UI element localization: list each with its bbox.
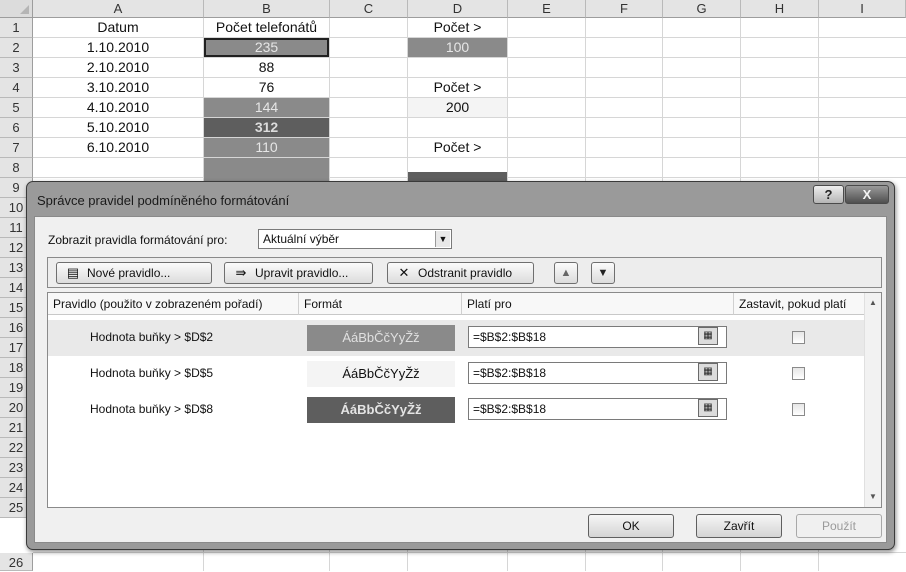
cell-d2[interactable]: 100	[408, 38, 507, 57]
show-rules-for-label: Zobrazit pravidla formátování pro:	[48, 233, 228, 247]
column-header-d[interactable]: D	[408, 0, 508, 18]
delete-rule-button[interactable]: ✕ Odstranit pravidlo	[387, 262, 534, 284]
cell-b5[interactable]: 144	[204, 98, 329, 117]
row-header-8[interactable]: 8	[0, 158, 33, 178]
edit-rule-icon: ⇛	[235, 265, 247, 280]
stop-if-true-checkbox[interactable]	[792, 367, 805, 380]
cell-b1[interactable]: Počet telefonátů	[204, 18, 329, 37]
range-picker-icon[interactable]: ▦	[698, 399, 718, 417]
new-rule-icon: ▤	[66, 265, 80, 280]
rule-condition: Hodnota buňky > $D$5	[90, 366, 214, 380]
applies-to-input[interactable]: =$B$2:$B$18	[468, 362, 727, 384]
range-picker-icon[interactable]: ▦	[698, 363, 718, 381]
cell-a3[interactable]: 2.10.2010	[33, 58, 203, 77]
cell-a6[interactable]: 5.10.2010	[33, 118, 203, 137]
show-rules-for-dropdown[interactable]: Aktuální výběr ▼	[258, 229, 452, 249]
column-header-b[interactable]: B	[204, 0, 330, 18]
scroll-down-icon[interactable]: ▼	[865, 489, 881, 505]
new-rule-label: Nové pravidlo...	[87, 266, 171, 280]
cell-a7[interactable]: 6.10.2010	[33, 138, 203, 157]
arrow-down-icon: ▼	[597, 267, 609, 279]
row-header-26[interactable]: 26	[0, 553, 33, 571]
help-button[interactable]: ?	[813, 185, 844, 204]
dialog-title: Správce pravidel podmíněného formátování	[37, 193, 290, 208]
row-header-6[interactable]: 6	[0, 118, 33, 138]
apply-button[interactable]: Použít	[796, 514, 882, 538]
cell-d5[interactable]: 200	[408, 98, 507, 117]
stop-if-true-checkbox[interactable]	[792, 331, 805, 344]
stop-if-true-checkbox[interactable]	[792, 403, 805, 416]
column-header-c[interactable]: C	[330, 0, 408, 18]
new-rule-button[interactable]: ▤ Nové pravidlo...	[56, 262, 212, 284]
cell-d1[interactable]: Počet >	[408, 18, 507, 37]
close-button[interactable]: Zavřít	[696, 514, 782, 538]
column-rule[interactable]: Pravidlo (použito v zobrazeném pořadí)	[48, 293, 299, 315]
rule-condition: Hodnota buňky > $D$2	[90, 330, 214, 344]
dialog-body: Zobrazit pravidla formátování pro: Aktuá…	[34, 216, 887, 543]
move-down-button[interactable]: ▼	[591, 262, 615, 284]
column-header-a[interactable]: A	[33, 0, 204, 18]
rules-toolbar: ▤ Nové pravidlo... ⇛ Upravit pravidlo... ✕…	[47, 257, 882, 288]
format-preview: ÁáBbČčYyŽž	[307, 325, 455, 351]
format-preview: ÁáBbČčYyŽž	[307, 361, 455, 387]
cell-a2[interactable]: 1.10.2010	[33, 38, 203, 57]
column-header-f[interactable]: F	[586, 0, 663, 18]
cell-a1[interactable]: Datum	[33, 18, 203, 37]
close-window-button[interactable]: X	[845, 185, 889, 204]
cell-d4[interactable]: Počet >	[408, 78, 507, 97]
applies-to-input[interactable]: =$B$2:$B$18	[468, 398, 727, 420]
column-header-g[interactable]: G	[663, 0, 741, 18]
range-picker-icon[interactable]: ▦	[698, 327, 718, 345]
arrow-up-icon: ▲	[560, 267, 572, 279]
dropdown-value: Aktuální výběr	[263, 232, 340, 246]
format-preview: ÁáBbČčYyŽž	[307, 397, 455, 423]
cell-b4[interactable]: 76	[204, 78, 329, 97]
rules-table: Pravidlo (použito v zobrazeném pořadí) F…	[47, 292, 882, 508]
column-format[interactable]: Formát	[299, 293, 462, 315]
rule-row[interactable]: Hodnota buňky > $D$5 ÁáBbČčYyŽž =$B$2:$B…	[48, 356, 865, 392]
column-header-e[interactable]: E	[508, 0, 586, 18]
rule-row[interactable]: Hodnota buňky > $D$2 ÁáBbČčYyŽž =$B$2:$B…	[48, 320, 865, 356]
cell-d8[interactable]	[408, 172, 507, 181]
ok-button[interactable]: OK	[588, 514, 674, 538]
rule-row[interactable]: Hodnota buňky > $D$8 ÁáBbČčYyŽž =$B$2:$B…	[48, 392, 865, 428]
move-up-button[interactable]: ▲	[554, 262, 578, 284]
column-header-h[interactable]: H	[741, 0, 819, 18]
select-all-corner[interactable]	[0, 0, 33, 18]
cell-b6[interactable]: 312	[204, 118, 329, 137]
rule-condition: Hodnota buňky > $D$8	[90, 402, 214, 416]
dialog-title-bar[interactable]: Správce pravidel podmíněného formátování…	[27, 182, 894, 216]
row-header-5[interactable]: 5	[0, 98, 33, 118]
cell-a5[interactable]: 4.10.2010	[33, 98, 203, 117]
conditional-formatting-rules-manager-dialog: Správce pravidel podmíněného formátování…	[26, 181, 895, 550]
row-header-4[interactable]: 4	[0, 78, 33, 98]
vertical-scrollbar[interactable]: ▲ ▼	[864, 293, 881, 507]
scroll-up-icon[interactable]: ▲	[865, 295, 881, 311]
row-header-1[interactable]: 1	[0, 18, 33, 38]
row-header-7[interactable]: 7	[0, 138, 33, 158]
delete-icon: ✕	[398, 265, 410, 280]
cell-a4[interactable]: 3.10.2010	[33, 78, 203, 97]
row-header-2[interactable]: 2	[0, 38, 33, 58]
edit-rule-label: Upravit pravidlo...	[255, 266, 349, 280]
delete-rule-label: Odstranit pravidlo	[418, 266, 513, 280]
edit-rule-button[interactable]: ⇛ Upravit pravidlo...	[224, 262, 373, 284]
applies-to-input[interactable]: =$B$2:$B$18	[468, 326, 727, 348]
row-header-3[interactable]: 3	[0, 58, 33, 78]
column-header-i[interactable]: I	[819, 0, 906, 18]
cell-b8[interactable]	[204, 158, 329, 181]
column-applies-to[interactable]: Platí pro	[462, 293, 734, 315]
dropdown-arrow-icon[interactable]: ▼	[435, 231, 450, 247]
cell-d7[interactable]: Počet >	[408, 138, 507, 157]
cell-b7[interactable]: 110	[204, 138, 329, 157]
column-stop-if-true[interactable]: Zastavit, pokud platí	[734, 293, 865, 315]
cell-b3[interactable]: 88	[204, 58, 329, 77]
cell-b2[interactable]: 235	[204, 38, 329, 57]
